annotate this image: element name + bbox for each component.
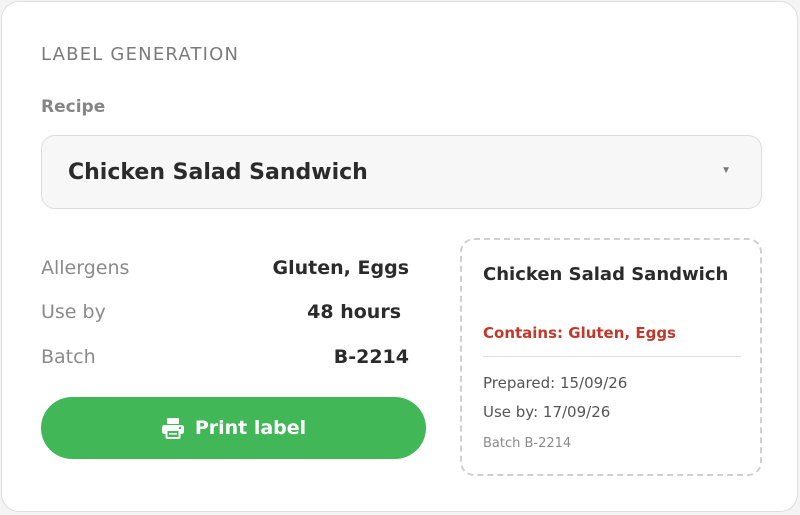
label-generation-card: LABEL GENERATION Recipe Chicken Salad Sa… xyxy=(1,1,798,512)
batch-value: B-2214 xyxy=(333,346,409,368)
section-title: LABEL GENERATION xyxy=(41,44,240,65)
allergens-row: Allergens Gluten, Eggs xyxy=(41,255,409,285)
preview-divider xyxy=(483,356,741,357)
use-by-key: Use by xyxy=(41,301,106,323)
label-preview: Chicken Salad Sandwich Contains: Gluten,… xyxy=(460,238,762,476)
preview-title: Chicken Salad Sandwich xyxy=(483,264,729,285)
print-label-text: Print label xyxy=(194,417,307,439)
allergens-value: Gluten, Eggs xyxy=(272,257,409,279)
allergens-key: Allergens xyxy=(41,257,130,279)
caret-down-icon: ▼ xyxy=(721,165,731,176)
use-by-value: 48 hours xyxy=(307,301,401,323)
printer-icon xyxy=(161,417,185,439)
recipe-select-value: Chicken Salad Sandwich xyxy=(68,160,368,185)
recipe-label: Recipe xyxy=(41,97,106,117)
print-label-button[interactable]: Print label xyxy=(41,397,426,459)
batch-row: Batch B-2214 xyxy=(41,344,409,374)
preview-batch: Batch B-2214 xyxy=(483,436,572,451)
preview-use-by: Use by: 17/09/26 xyxy=(483,403,611,421)
batch-key: Batch xyxy=(41,346,96,368)
preview-allergens: Contains: Gluten, Eggs xyxy=(483,324,676,342)
preview-prepared: Prepared: 15/09/26 xyxy=(483,374,628,392)
use-by-row: Use by 48 hours xyxy=(41,299,409,329)
recipe-select[interactable]: Chicken Salad Sandwich ▼ xyxy=(41,135,762,209)
